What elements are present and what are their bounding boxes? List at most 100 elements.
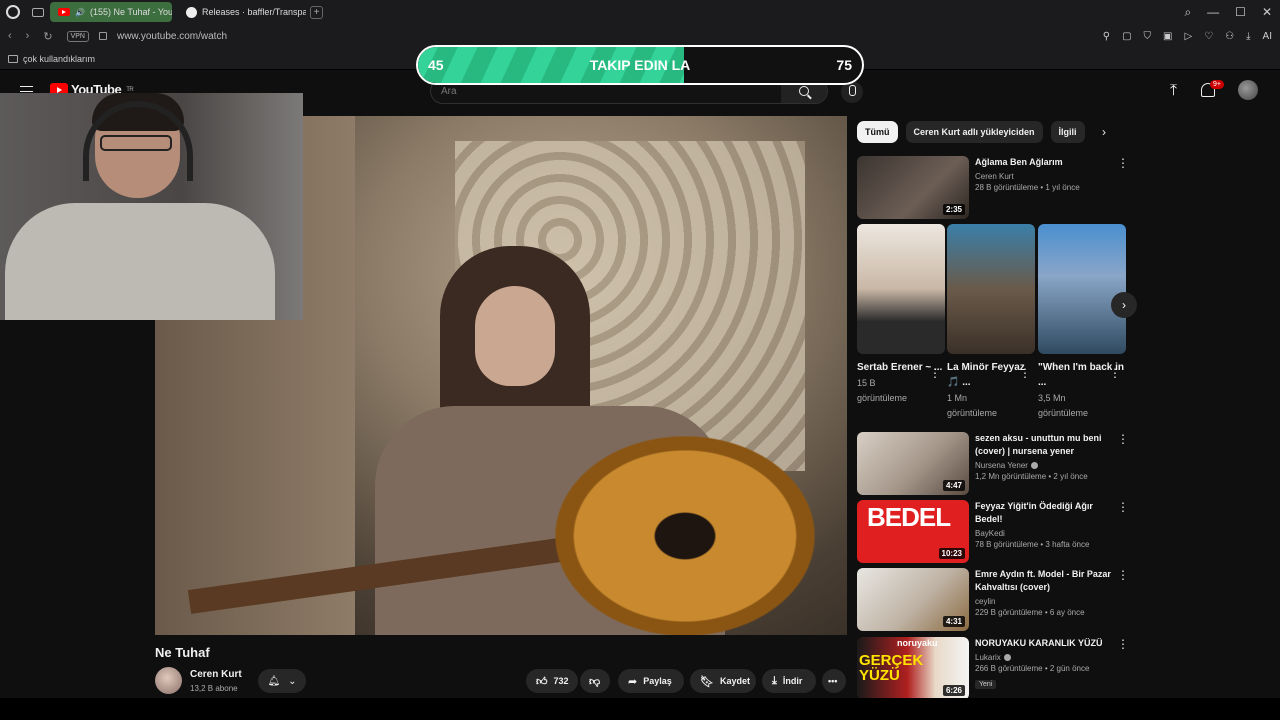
more-options-icon[interactable]: ⋮ [1117, 568, 1129, 582]
channel-name: Nursena Yener [975, 461, 1028, 470]
video-stats: 78 B görüntüleme • 3 hafta önce [975, 540, 1090, 549]
notification-badge: 9+ [1210, 80, 1224, 89]
channel-avatar[interactable] [155, 667, 182, 694]
share-button[interactable]: ➦ Paylaş [618, 669, 684, 693]
more-options-icon[interactable]: ⋮ [1109, 366, 1121, 380]
more-options-icon[interactable]: ⋮ [1117, 637, 1129, 651]
video-thumbnail[interactable]: 2:35 [857, 156, 969, 219]
video-title[interactable]: Ağlama Ben Ağlarım [975, 156, 1115, 169]
dislike-button[interactable]: 👎︎ [580, 669, 610, 693]
short-views: 3,5 Mn [1038, 393, 1066, 403]
like-button[interactable]: 👍︎ 732 [526, 669, 578, 693]
video-meta: NORUYAKU KARANLIK YÜZÜ Lukarix 266 B gör… [975, 637, 1115, 691]
bell-icon: 🔔︎ [267, 675, 281, 687]
subscribed-button[interactable]: 🔔︎ ⌄ [258, 669, 306, 693]
video-thumbnail[interactable]: 4:31 [857, 568, 969, 631]
maximize-button[interactable]: ☐ [1235, 5, 1246, 19]
download-label: İndir [782, 676, 803, 686]
webcam-shirt [5, 203, 275, 320]
short-views-label: görüntüleme [1038, 408, 1089, 418]
video-channel[interactable]: Nursena Yener [975, 461, 1115, 470]
share-icon: ➦ [628, 675, 638, 688]
list-item[interactable]: noruyaku GERÇEK YÜZÜ 6:26 NORUYAKU KARAN… [857, 637, 1129, 701]
goal-label: TAKIP EDIN LA [589, 57, 691, 73]
save-button[interactable]: 🔖︎ Kaydet [690, 669, 756, 693]
ai-button[interactable]: AI [1263, 31, 1272, 42]
follow-goal-bar: 45 TAKIP EDIN LA 75 [416, 45, 864, 85]
browser-tab-bar: 🔊 (155) Ne Tuhaf - YouTu Releases · baff… [0, 0, 1280, 24]
chip-related[interactable]: İlgili [1050, 121, 1085, 143]
close-button[interactable]: ✕ [1262, 5, 1272, 19]
account-icon[interactable]: ⚇ [1225, 31, 1234, 42]
forward-icon[interactable]: › [26, 30, 30, 43]
region-label: TR [126, 86, 134, 93]
video-channel[interactable]: Ceren Kurt [975, 172, 1115, 181]
video-title[interactable]: Feyyaz Yiğit'in Ödediği Ağır Bedel! [975, 500, 1115, 526]
back-icon[interactable]: ‹ [8, 30, 12, 43]
vpn-badge[interactable]: VPN [66, 30, 89, 42]
short-views-label: görüntüleme [947, 408, 998, 418]
video-title[interactable]: Emre Aydın ft. Model - Bir Pazar Kahvalt… [975, 568, 1115, 594]
tab-island-icon[interactable] [32, 7, 44, 17]
list-item[interactable]: 4:47 sezen aksu - unuttun mu beni (cover… [857, 432, 1129, 496]
pin-icon[interactable]: ⚲ [1103, 31, 1110, 42]
video-thumbnail[interactable]: BEDEL 10:23 [857, 500, 969, 563]
video-thumbnail[interactable]: noruyaku GERÇEK YÜZÜ 6:26 [857, 637, 969, 700]
short-thumbnail[interactable] [1038, 224, 1126, 354]
video-title[interactable]: NORUYAKU KARANLIK YÜZÜ [975, 637, 1115, 650]
list-item[interactable]: BEDEL 10:23 Feyyaz Yiğit'in Ödediği Ağır… [857, 500, 1129, 564]
channel-name[interactable]: Ceren Kurt [190, 669, 242, 680]
snapshot-icon[interactable]: ▢ [1122, 31, 1131, 42]
download-icon[interactable]: ⤓ [1246, 31, 1250, 42]
bookmark-folder[interactable]: çok kullandıklarım [23, 54, 95, 64]
video-stats: 28 B görüntüleme • 1 yıl önce [975, 183, 1080, 192]
more-options-icon[interactable]: ⋮ [1117, 432, 1129, 446]
more-options-icon[interactable]: ⋮ [1019, 366, 1031, 380]
account-avatar[interactable] [1238, 80, 1258, 100]
download-button[interactable]: ⤓ İndir [762, 669, 816, 693]
more-options-icon[interactable]: ⋮ [1117, 156, 1129, 170]
video-channel[interactable]: BayKedi [975, 529, 1115, 538]
more-icon: ••• [828, 676, 838, 686]
video-channel[interactable]: Lukarix [975, 653, 1115, 662]
chip-from-uploader[interactable]: Ceren Kurt adlı yükleyiciden [905, 121, 1043, 143]
list-item[interactable]: 4:31 Emre Aydın ft. Model - Bir Pazar Ka… [857, 568, 1129, 632]
shield-icon[interactable]: ⛉ [1144, 31, 1152, 42]
video-title[interactable]: sezen aksu - unuttun mu beni (cover) | n… [975, 432, 1115, 458]
play-icon[interactable]: ▷ [1184, 31, 1192, 42]
shorts-next-button[interactable]: › [1111, 292, 1137, 318]
more-options-icon[interactable]: ⋮ [929, 366, 941, 380]
wallet-icon[interactable]: ▣ [1163, 31, 1172, 42]
heart-icon[interactable]: ♡ [1204, 31, 1213, 42]
tab-github-releases[interactable]: Releases · baffler/Transpa [178, 2, 306, 22]
chips-next-icon[interactable]: › [1102, 125, 1106, 139]
duration-badge: 10:23 [938, 548, 965, 559]
video-channel[interactable]: ceylin [975, 597, 1115, 606]
video-thumbnail[interactable]: 4:47 [857, 432, 969, 495]
lock-icon[interactable] [98, 32, 107, 40]
ai-label: AI [1262, 30, 1272, 42]
extensions-area: ⚲ ▢ ⛉ ▣ ▷ ♡ ⚇ ⤓ AI [1103, 31, 1272, 42]
reload-icon[interactable]: ↻ [43, 30, 52, 43]
duration-badge: 4:47 [942, 480, 965, 491]
minimize-button[interactable]: — [1207, 5, 1219, 19]
duration-badge: 6:26 [942, 685, 965, 696]
thumbs-up-icon: 👍︎ [536, 675, 548, 688]
opera-logo-icon[interactable] [6, 5, 20, 19]
url-field[interactable]: www.youtube.com/watch [117, 31, 227, 42]
search-input[interactable]: Ara [441, 86, 457, 97]
upload-icon[interactable]: ⤒ [1170, 82, 1177, 100]
webcam-glasses [100, 135, 172, 151]
short-thumbnail[interactable] [857, 224, 945, 354]
folder-icon [8, 54, 18, 63]
more-options-icon[interactable]: ⋮ [1117, 500, 1129, 514]
tab-youtube[interactable]: 🔊 (155) Ne Tuhaf - YouTu [50, 2, 172, 22]
new-tab-button[interactable]: + [310, 5, 323, 19]
short-thumbnail[interactable] [947, 224, 1035, 354]
tab-label: (155) Ne Tuhaf - YouTu [89, 7, 172, 17]
search-icon [799, 86, 809, 96]
chip-all[interactable]: Tümü [857, 121, 898, 143]
list-item[interactable]: 2:35 Ağlama Ben Ağlarım Ceren Kurt 28 B … [857, 156, 1129, 220]
more-actions-button[interactable]: ••• [822, 669, 846, 693]
search-tabs-icon[interactable]: ⌕ [1184, 5, 1191, 20]
